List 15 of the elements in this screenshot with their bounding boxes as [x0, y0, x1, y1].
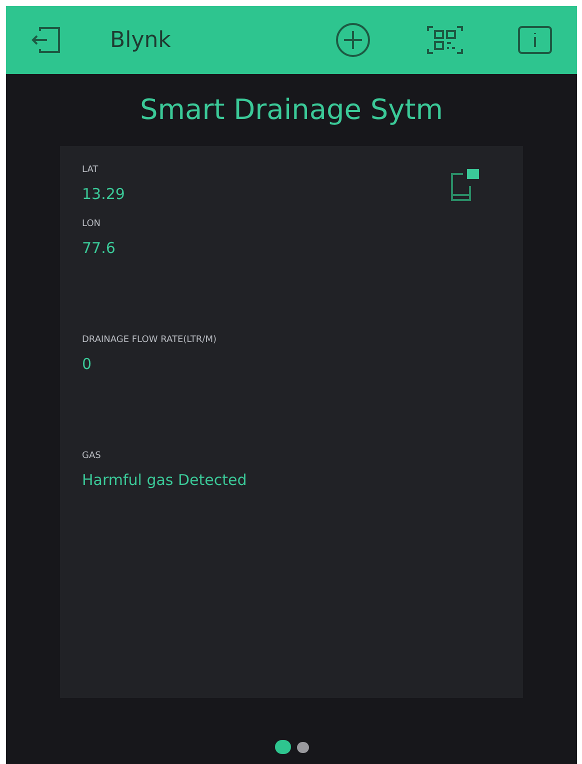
widget-label: LON: [82, 218, 101, 230]
device-icon: [449, 168, 481, 202]
widget-value: Harmful gas Detected: [82, 470, 247, 490]
app-title: Blynk: [110, 26, 171, 54]
qr-code-icon[interactable]: [425, 24, 465, 56]
logout-icon[interactable]: [30, 25, 62, 55]
widget-value: 13.29: [82, 184, 125, 204]
widget-label: DRAINAGE FLOW RATE(LTR/M): [82, 334, 216, 346]
info-icon[interactable]: [517, 25, 553, 55]
add-icon[interactable]: [335, 22, 371, 58]
project-title: Smart Drainage Sytm: [140, 92, 443, 128]
widget-label: LAT: [82, 164, 98, 176]
widget-value: 0: [82, 354, 92, 374]
widget-value: 77.6: [82, 238, 116, 258]
widget-label: GAS: [82, 450, 101, 462]
